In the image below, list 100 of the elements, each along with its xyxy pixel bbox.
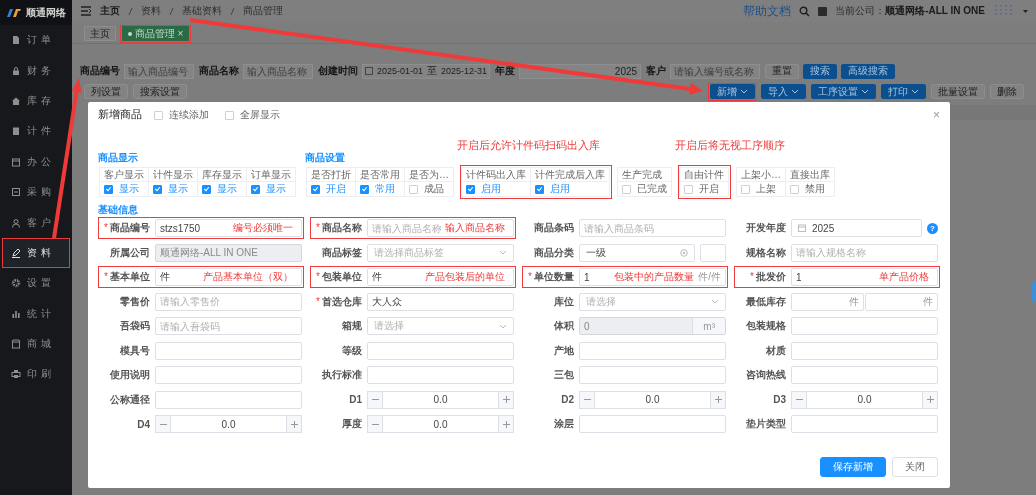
chevron-down-icon <box>911 89 919 94</box>
tab[interactable]: 商品管理 × <box>121 26 190 41</box>
decrement-button[interactable] <box>579 390 595 409</box>
breadcrumb-link[interactable]: 主页 <box>100 4 120 18</box>
input-field[interactable]: 请输入商品名称 <box>368 220 445 236</box>
toolbar-button[interactable]: 工序设置 <box>811 84 876 99</box>
input-field[interactable]: 0.0 <box>383 415 498 433</box>
toolbar-button[interactable]: 高级搜索 <box>841 63 896 79</box>
select-field[interactable]: 一级 <box>579 243 695 262</box>
input-field[interactable]: 件 <box>368 269 425 285</box>
toolbar-button[interactable]: 打印 <box>881 84 926 99</box>
text-field[interactable]: 1 单产品价格 <box>791 268 938 286</box>
text-field[interactable]: stzs1750 编号必须唯一 <box>155 219 302 237</box>
checkbox[interactable] <box>153 184 162 194</box>
option-label[interactable]: 开启 <box>326 182 346 196</box>
option-label[interactable]: 已完成 <box>637 182 667 196</box>
close-button[interactable]: × <box>933 108 940 122</box>
checkbox[interactable] <box>311 184 320 194</box>
toolbar-button[interactable]: 列设置 <box>84 84 128 99</box>
checkbox[interactable] <box>104 184 113 194</box>
decrement-button[interactable] <box>367 415 383 433</box>
increment-button[interactable] <box>498 415 514 433</box>
sidebar-item[interactable]: 订单 <box>2 25 70 56</box>
input-field[interactable]: 请输入编号或名称 <box>670 63 761 79</box>
text-field[interactable]: 件 <box>865 292 938 311</box>
close-tab-button[interactable]: × <box>177 28 184 39</box>
close-dialog-button[interactable]: 关闭 <box>892 457 938 477</box>
decrement-button[interactable] <box>367 390 383 409</box>
breadcrumb-link[interactable]: 资料 <box>141 4 161 18</box>
date-range-field[interactable]: 2025-01-01 至 2025-12-31 <box>362 63 491 79</box>
option-label[interactable]: 显示 <box>168 182 188 196</box>
checkbox[interactable] <box>684 184 693 194</box>
breadcrumb-link[interactable]: 基础资料 <box>182 4 222 18</box>
side-tab[interactable] <box>1032 282 1036 302</box>
text-field[interactable]: 件 <box>791 292 864 311</box>
sidebar-item[interactable]: 计件 <box>2 116 70 147</box>
sidebar-item[interactable]: 库存 <box>2 85 70 117</box>
option-label[interactable]: 全屏显示 <box>240 108 280 122</box>
input-field[interactable]: 0.0 <box>383 390 498 409</box>
toolbar-button[interactable]: 删除 <box>990 84 1024 99</box>
increment-button[interactable] <box>498 390 514 409</box>
input-field[interactable]: 件 <box>156 269 203 285</box>
toolbar-button[interactable]: 搜索 <box>803 63 838 79</box>
input-field[interactable]: 0.0 <box>595 390 710 409</box>
checkbox[interactable] <box>251 184 260 194</box>
checkbox[interactable] <box>360 184 369 194</box>
sidebar-item[interactable]: 统计 <box>2 298 70 329</box>
checkbox[interactable] <box>622 184 631 194</box>
toolbar-button[interactable]: 新增 <box>709 84 755 99</box>
option-label[interactable]: 开启 <box>699 182 719 196</box>
input-field[interactable]: stzs1750 <box>156 220 233 236</box>
text-field[interactable]: 件 产品包装后的单位 <box>367 268 514 286</box>
option-label[interactable]: 显示 <box>266 182 286 196</box>
checkbox[interactable] <box>790 184 799 194</box>
sidebar-item[interactable]: 采购 <box>2 176 70 208</box>
sidebar-item[interactable]: 商城 <box>2 328 70 360</box>
sidebar-item[interactable]: 印刷 <box>2 359 70 390</box>
decrement-button[interactable] <box>155 415 171 433</box>
checkbox[interactable] <box>535 184 544 194</box>
checkbox[interactable] <box>741 184 750 194</box>
text-field[interactable]: 件 产品基本单位（双） <box>155 268 302 286</box>
option-label[interactable]: 连续添加 <box>169 108 209 122</box>
option-label[interactable]: 显示 <box>217 182 237 196</box>
save-button[interactable]: 保存新增 <box>820 457 886 477</box>
add-button[interactable] <box>700 243 726 262</box>
toolbar-button[interactable]: 批量设置 <box>931 84 985 99</box>
sidebar-item[interactable]: 办公 <box>2 146 70 177</box>
checkbox[interactable] <box>154 110 163 120</box>
checkbox[interactable] <box>225 110 234 120</box>
sidebar-item[interactable]: 设置 <box>2 268 70 299</box>
sidebar-item[interactable]: 资料 <box>2 237 70 269</box>
option-label[interactable]: 启用 <box>550 182 570 196</box>
checkbox[interactable] <box>202 184 211 194</box>
checkbox[interactable] <box>409 184 418 194</box>
decrement-button[interactable] <box>791 390 807 409</box>
checkbox[interactable] <box>466 184 475 194</box>
input-field[interactable]: 1 <box>792 269 879 285</box>
text-field[interactable]: 1 包装中的产品数量 件/件 <box>579 268 726 286</box>
toolbar-button[interactable]: 导入 <box>761 84 806 99</box>
input-field[interactable]: 0.0 <box>171 415 286 433</box>
increment-button[interactable] <box>710 390 726 409</box>
input-field[interactable]: 1 <box>580 269 615 285</box>
breadcrumb-link[interactable]: 商品管理 <box>243 4 283 18</box>
sidebar-item[interactable]: 客户 <box>2 207 70 238</box>
option-label[interactable]: 成品 <box>424 182 444 196</box>
date-field[interactable]: 2025 <box>791 219 922 237</box>
text-field[interactable]: 请输入商品名称 输入商品名称 <box>367 219 514 237</box>
increment-button[interactable] <box>286 415 302 433</box>
option-label[interactable]: 启用 <box>481 182 501 196</box>
help-icon[interactable]: ? <box>927 222 938 234</box>
option-label[interactable]: 禁用 <box>805 182 825 196</box>
toolbar-button[interactable]: 搜索设置 <box>133 84 187 99</box>
sidebar-item[interactable]: 财务 <box>2 55 70 86</box>
option-label[interactable]: 上架 <box>756 182 776 196</box>
increment-button[interactable] <box>922 390 938 409</box>
option-label[interactable]: 显示 <box>119 182 139 196</box>
tab[interactable]: 主页 <box>84 26 116 41</box>
option-label[interactable]: 常用 <box>375 182 395 196</box>
input-field[interactable]: 0.0 <box>807 390 922 409</box>
toolbar-button[interactable]: 重置 <box>765 63 800 79</box>
